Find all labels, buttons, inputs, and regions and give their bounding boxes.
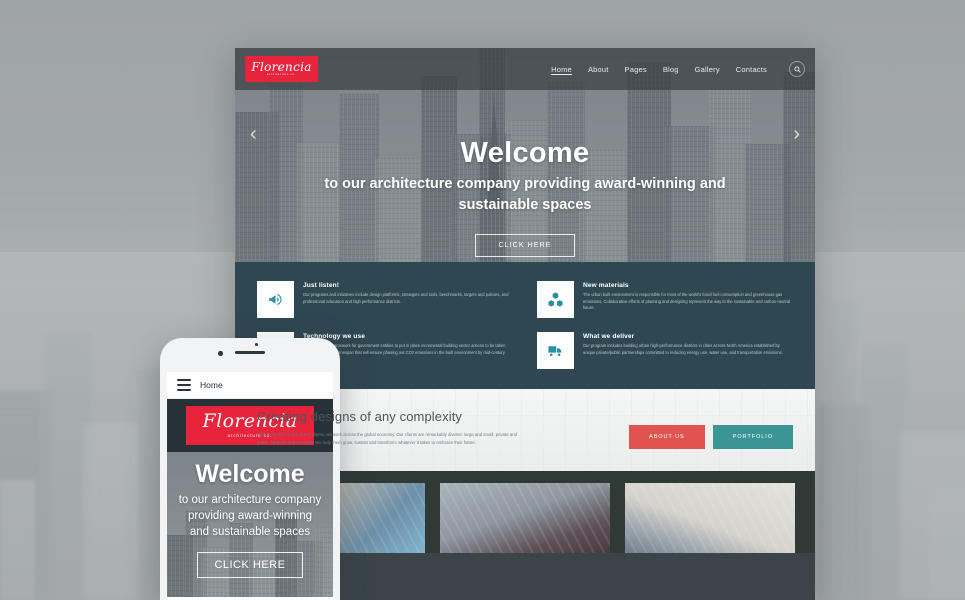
phone-hero-section: Welcome to our architecture company prov… xyxy=(167,452,333,597)
phone-front-camera xyxy=(218,351,223,356)
designs-title: Creating designs of any complexity xyxy=(257,409,463,424)
nav-item-home[interactable]: Home xyxy=(551,65,572,74)
feature-title: Just listen! xyxy=(303,282,340,289)
feature-card-new-materials: New materials The urban built environmen… xyxy=(537,281,793,318)
designs-buttons: ABOUT US PORTFOLIO xyxy=(628,425,793,449)
hero-cta-button[interactable]: CLICK HERE xyxy=(475,234,575,258)
nav-item-pages[interactable]: Pages xyxy=(625,65,647,74)
logo-subtitle: architecture co. xyxy=(267,73,296,77)
phone-hero-cta-button[interactable]: CLICK HERE xyxy=(197,551,303,578)
gallery-thumbnail-3[interactable] xyxy=(625,483,795,553)
designs-text: With more than 2,300 active clients, we … xyxy=(257,432,517,445)
phone-navbar: Home xyxy=(167,372,333,399)
main-navigation: Home About Pages Blog Gallery Contacts xyxy=(551,65,775,74)
about-us-button[interactable]: ABOUT US xyxy=(628,425,705,449)
phone-mockup: Home Florencia architecture co. Welcome … xyxy=(160,338,340,600)
truck-icon xyxy=(537,332,574,369)
nav-item-gallery[interactable]: Gallery xyxy=(695,65,720,74)
portfolio-button[interactable]: PORTFOLIO xyxy=(712,425,793,449)
feature-text: The urban built environment is responsib… xyxy=(583,292,791,311)
nav-item-about[interactable]: About xyxy=(588,65,609,74)
feature-card-what-we-deliver: What we deliver Our program includes bui… xyxy=(537,332,793,369)
feature-title: New materials xyxy=(583,282,629,289)
phone-nav-label[interactable]: Home xyxy=(200,380,223,390)
hero-section: Florencia architecture co. Home About Pa… xyxy=(235,48,815,262)
hero-prev-arrow-icon[interactable]: ‹ xyxy=(250,124,257,144)
hero-subtitle: to our architecture company providing aw… xyxy=(324,175,726,213)
phone-speaker-grille xyxy=(235,351,265,354)
feature-title: What we deliver xyxy=(583,333,635,340)
cubes-icon xyxy=(537,281,574,318)
phone-hero-subtitle: to our architecture company providing aw… xyxy=(178,494,322,538)
phone-sensor xyxy=(255,343,258,346)
feature-text: Our program includes building urban high… xyxy=(583,343,783,355)
site-logo[interactable]: Florencia architecture co. xyxy=(245,56,318,82)
phone-top-bezel xyxy=(160,338,340,372)
hero-title: Welcome xyxy=(460,136,590,169)
logo-name: Florencia xyxy=(251,60,312,75)
gallery-thumbnail-2[interactable] xyxy=(440,483,610,553)
megaphone-icon xyxy=(257,281,294,318)
feature-text: Our programs and initiatives include des… xyxy=(303,292,509,304)
phone-hero-title: Welcome xyxy=(195,460,305,488)
feature-card-just-listen: Just listen! Our programs and initiative… xyxy=(257,281,513,318)
nav-item-contacts[interactable]: Contacts xyxy=(736,65,767,74)
phone-screen: Home Florencia architecture co. Welcome … xyxy=(167,372,333,600)
hero-next-arrow-icon[interactable]: › xyxy=(793,124,800,144)
nav-item-blog[interactable]: Blog xyxy=(663,65,679,74)
site-header: Florencia architecture co. Home About Pa… xyxy=(235,48,815,90)
search-icon[interactable] xyxy=(789,61,805,77)
hamburger-menu-icon[interactable] xyxy=(177,379,191,391)
